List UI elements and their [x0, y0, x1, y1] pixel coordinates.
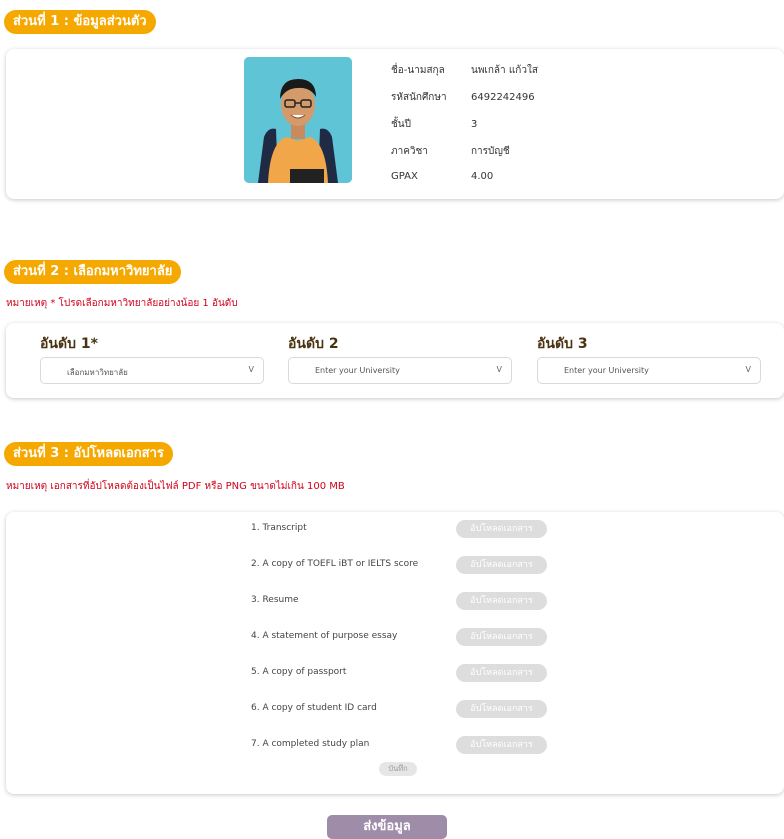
- chevron-down-icon: V: [248, 365, 254, 374]
- info-row-year: ชั้นปี 3: [391, 117, 477, 132]
- rank-3-select[interactable]: Enter your University V: [537, 357, 761, 384]
- info-value: 4.00: [471, 171, 494, 182]
- info-value: 6492242496: [471, 92, 535, 103]
- document-row: 5. A copy of passport อัปโหลดเอกสาร: [6, 664, 784, 682]
- section2-note: หมายเหตุ * โปรดเลือกมหาวิทยาลัยอย่างน้อย…: [6, 298, 238, 309]
- university-select-card: อันดับ 1* เลือกมหาวิทยาลัย V อันดับ 2 En…: [6, 323, 784, 398]
- info-row-gpax: GPAX 4.00: [391, 171, 493, 182]
- section3-note: หมายเหตุ เอกสารที่อัปโหลดต้องเป็นไฟล์ PD…: [6, 481, 345, 492]
- info-value: 3: [471, 119, 478, 130]
- document-label: 6. A copy of student ID card: [251, 703, 377, 713]
- save-button[interactable]: บันทึก: [379, 762, 417, 776]
- info-row-department: ภาควิชา การบัญชี: [391, 144, 510, 159]
- section2-title: ส่วนที่ 2 : เลือกมหาวิทยาลัย: [4, 260, 182, 284]
- upload-button[interactable]: อัปโหลดเอกสาร: [456, 628, 547, 646]
- info-label: รหัสนักศึกษา: [391, 92, 447, 103]
- document-row: 3. Resume อัปโหลดเอกสาร: [6, 592, 784, 610]
- info-label: GPAX: [391, 171, 418, 182]
- info-label: ชั้นปี: [391, 119, 411, 130]
- info-label: ภาควิชา: [391, 146, 428, 157]
- select-placeholder: Enter your University: [315, 366, 400, 375]
- info-row-student-id: รหัสนักศึกษา 6492242496: [391, 90, 535, 105]
- section3-title: ส่วนที่ 3 : อัปโหลดเอกสาร: [4, 442, 173, 466]
- upload-button[interactable]: อัปโหลดเอกสาร: [456, 556, 547, 574]
- document-row: 2. A copy of TOEFL iBT or IELTS score อั…: [6, 556, 784, 574]
- upload-button[interactable]: อัปโหลดเอกสาร: [456, 736, 547, 754]
- upload-button[interactable]: อัปโหลดเอกสาร: [456, 700, 547, 718]
- document-upload-card: 1. Transcript อัปโหลดเอกสาร 2. A copy of…: [6, 512, 784, 794]
- student-photo: [244, 57, 352, 183]
- info-value: การบัญชี: [471, 146, 510, 157]
- submit-button[interactable]: ส่งข้อมูล: [327, 815, 447, 839]
- info-label: ชื่อ-นามสกุล: [391, 65, 445, 76]
- upload-button[interactable]: อัปโหลดเอกสาร: [456, 664, 547, 682]
- document-row: 7. A completed study plan อัปโหลดเอกสาร: [6, 736, 784, 754]
- document-row: 4. A statement of purpose essay อัปโหลดเ…: [6, 628, 784, 646]
- rank-1-title: อันดับ 1*: [40, 336, 98, 352]
- select-placeholder: เลือกมหาวิทยาลัย: [67, 368, 128, 377]
- info-value: นพเกล้า แก้วใส: [471, 65, 538, 76]
- chevron-down-icon: V: [496, 365, 502, 374]
- rank-1-select[interactable]: เลือกมหาวิทยาลัย V: [40, 357, 264, 384]
- rank-2-title: อันดับ 2: [288, 336, 339, 352]
- document-label: 4. A statement of purpose essay: [251, 631, 398, 641]
- upload-button[interactable]: อัปโหลดเอกสาร: [456, 520, 547, 538]
- chevron-down-icon: V: [745, 365, 751, 374]
- document-row: 1. Transcript อัปโหลดเอกสาร: [6, 520, 784, 538]
- student-photo-image: [244, 57, 352, 183]
- document-label: 3. Resume: [251, 595, 299, 605]
- rank-2-select[interactable]: Enter your University V: [288, 357, 512, 384]
- document-label: 1. Transcript: [251, 523, 307, 533]
- rank-3-title: อันดับ 3: [537, 336, 588, 352]
- document-label: 2. A copy of TOEFL iBT or IELTS score: [251, 559, 419, 569]
- document-label: 7. A completed study plan: [251, 739, 370, 749]
- document-row: 6. A copy of student ID card อัปโหลดเอกส…: [6, 700, 784, 718]
- section1-title: ส่วนที่ 1 : ข้อมูลส่วนตัว: [4, 10, 156, 34]
- select-placeholder: Enter your University: [564, 366, 649, 375]
- info-row-name: ชื่อ-นามสกุล นพเกล้า แก้วใส: [391, 63, 538, 78]
- personal-info-card: ชื่อ-นามสกุล นพเกล้า แก้วใส รหัสนักศึกษา 6…: [6, 49, 784, 199]
- upload-button[interactable]: อัปโหลดเอกสาร: [456, 592, 547, 610]
- document-label: 5. A copy of passport: [251, 667, 347, 677]
